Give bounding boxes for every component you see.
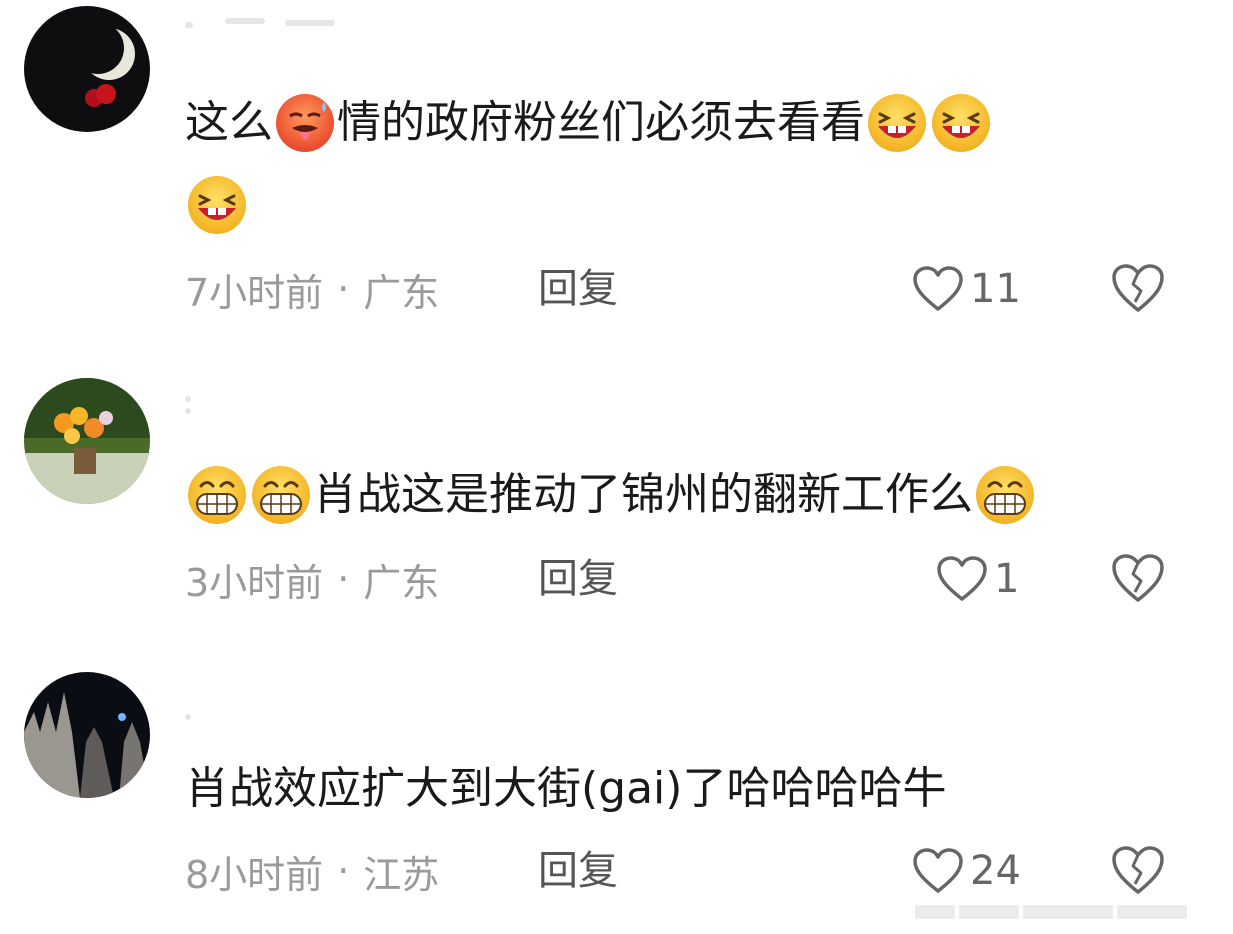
timestamp: 8小时前 — [185, 852, 324, 897]
broken-heart-icon — [1110, 552, 1166, 604]
timestamp: 3小时前 — [185, 560, 324, 605]
username-blurred[interactable] — [185, 392, 345, 414]
reply-button[interactable]: 回复 — [538, 554, 618, 604]
location: 广东 — [363, 560, 440, 605]
comment-item: 肖战效应扩大到大街(gai)了哈哈哈哈牛 8小时前 · 江苏 回复 24 — [0, 0, 1233, 897]
like-button[interactable]: 24 — [912, 846, 1021, 896]
comment-text-part: 肖战效应扩大到大街(gai)了哈哈哈哈牛 — [185, 763, 947, 814]
comment-meta: 8小时前 · 江苏 — [185, 846, 440, 897]
comment-text: 肖战效应扩大到大街(gai)了哈哈哈哈牛 — [185, 756, 946, 822]
grinning-emoji-icon — [186, 464, 248, 526]
heart-icon — [912, 847, 964, 895]
grinning-emoji-icon — [250, 464, 312, 526]
cathedral-night-avatar-icon — [24, 672, 150, 798]
like-button[interactable]: 1 — [936, 554, 1019, 604]
reply-button[interactable]: 回复 — [538, 846, 618, 896]
like-count: 1 — [994, 556, 1020, 602]
separator: · — [337, 557, 350, 601]
heart-icon — [936, 555, 988, 603]
broken-heart-icon — [1110, 844, 1166, 896]
comment-text: 肖战这是推动了锦州的翻新工作么 — [185, 462, 1037, 528]
separator: · — [337, 849, 350, 893]
dislike-button[interactable] — [1110, 552, 1166, 604]
dislike-button[interactable] — [1110, 844, 1166, 896]
avatar[interactable] — [24, 672, 150, 798]
grinning-emoji-icon — [974, 464, 1036, 526]
flowers-avatar-icon — [24, 378, 150, 504]
like-count: 24 — [970, 848, 1021, 894]
username-blurred[interactable] — [185, 710, 345, 732]
watermark — [915, 904, 1215, 920]
comment-text-part: 肖战这是推动了锦州的翻新工作么 — [313, 469, 973, 520]
location: 江苏 — [363, 852, 440, 897]
avatar[interactable] — [24, 378, 150, 504]
comment-meta: 3小时前 · 广东 — [185, 554, 440, 605]
